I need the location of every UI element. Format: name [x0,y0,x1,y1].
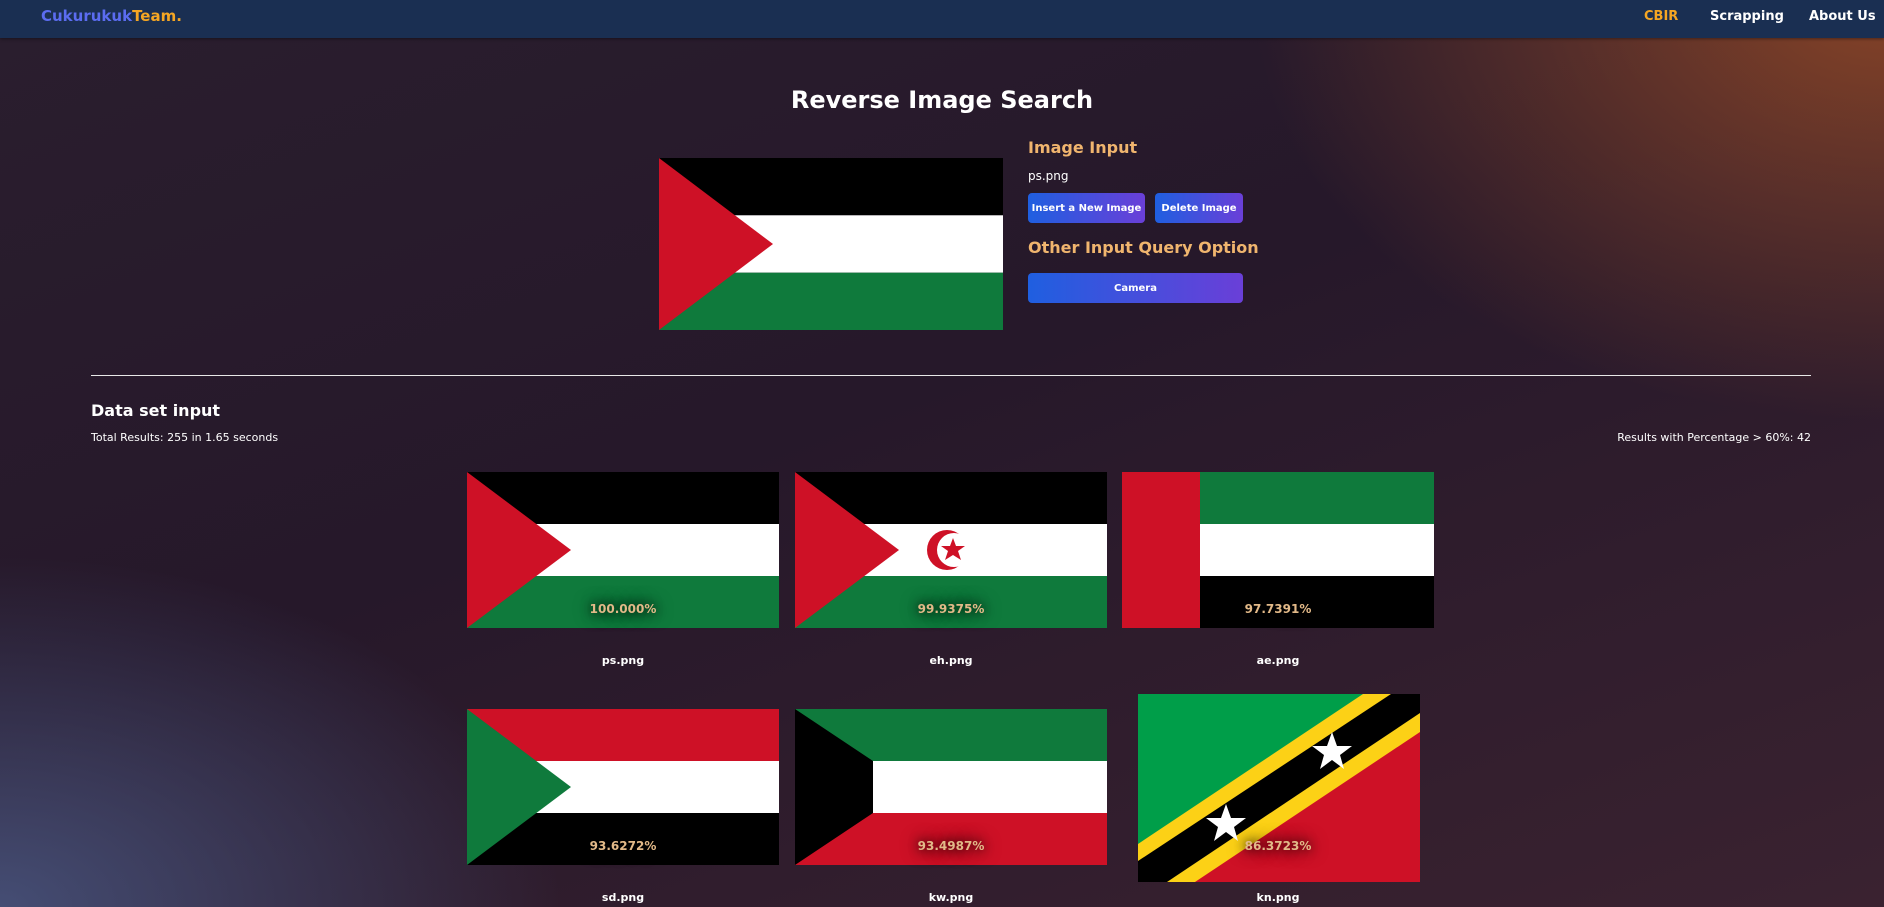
match-percentage: 86.3723% [1244,839,1312,853]
results-over-threshold-text: Results with Percentage > 60%: 42 [1617,431,1811,444]
query-image-preview [659,158,1003,330]
result-filename: ps.png [601,654,645,667]
nav-link-cbir[interactable]: CBIR [1644,9,1678,24]
camera-button[interactable]: Camera [1028,273,1243,303]
navbar: CukurukukTeam. CBIR Scrapping About Us [0,0,1884,38]
match-percentage: 93.6272% [589,839,657,853]
brand-name-part2: Team. [132,7,182,25]
brand-logo[interactable]: CukurukukTeam. [41,7,182,25]
match-percentage: 99.9375% [917,602,985,616]
result-filename: kn.png [1256,891,1300,904]
page-title: Reverse Image Search [790,86,1094,114]
dataset-section-title: Data set input [91,401,221,420]
result-filename: sd.png [601,891,645,904]
result-filename: ae.png [1256,654,1300,667]
total-results-text: Total Results: 255 in 1.65 seconds [91,431,279,444]
insert-image-button[interactable]: Insert a New Image [1028,193,1145,223]
result-filename: kw.png [928,891,974,904]
match-percentage: 100.000% [589,602,657,616]
match-percentage: 93.4987% [917,839,985,853]
section-divider [91,375,1811,376]
other-input-option-label: Other Input Query Option [1028,238,1259,257]
nav-link-about-us[interactable]: About Us [1809,9,1876,24]
saint-kitts-flag-icon [1138,694,1420,882]
match-percentage: 97.7391% [1244,602,1312,616]
result-filename: eh.png [929,654,973,667]
query-filename: ps.png [1028,169,1069,183]
image-input-label: Image Input [1028,138,1138,157]
brand-name-part1: Cukurukuk [41,7,133,25]
nav-link-scrapping[interactable]: Scrapping [1710,9,1784,24]
delete-image-button[interactable]: Delete Image [1155,193,1243,223]
